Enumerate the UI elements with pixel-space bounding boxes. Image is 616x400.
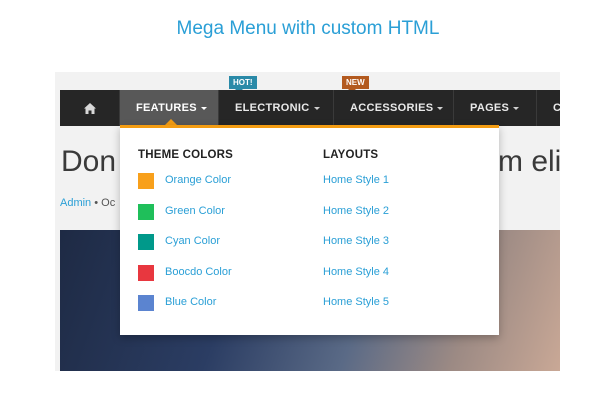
post-title-left: Don [61,145,117,178]
hot-badge: HOT! [229,76,257,93]
color-swatch [138,173,154,189]
main-navbar: FEATURES ELECTRONIC ACCESSORIES PAGES C [60,90,560,126]
layout-link-home-style-4[interactable]: Home Style 4 [323,266,389,278]
theme-colors-title: THEME COLORS [138,149,234,161]
nav-more[interactable]: C [537,90,560,126]
post-title-right: m elit [498,145,560,178]
color-swatch [138,265,154,281]
nav-electronic-label: ELECTRONIC [235,102,310,114]
color-swatch [138,295,154,311]
layout-link-home-style-3[interactable]: Home Style 3 [323,235,389,247]
nav-features-label: FEATURES [136,102,197,114]
theme-color-label: Green Color [165,205,225,217]
color-swatch [138,204,154,220]
chevron-down-icon [513,106,520,110]
chevron-down-icon [200,106,207,110]
post-author-link[interactable]: Admin [60,197,91,209]
post-meta-text: • Oc [91,197,116,209]
nav-pages[interactable]: PAGES [454,90,537,126]
post-meta: Admin • Oc [60,197,115,209]
theme-color-label: Blue Color [165,296,217,308]
nav-more-label: C [553,102,560,114]
layout-link-home-style-1[interactable]: Home Style 1 [323,174,389,186]
chevron-down-icon [313,106,320,110]
theme-color-label: Cyan Color [165,235,221,247]
theme-color-label: Orange Color [165,174,232,186]
nav-accessories[interactable]: ACCESSORIES [334,90,454,126]
layout-link-home-style-2[interactable]: Home Style 2 [323,205,389,217]
nav-pages-label: PAGES [470,102,510,114]
home-icon [83,102,96,114]
mega-menu-dropdown: THEME COLORS LAYOUTS Orange Color Green … [120,125,499,335]
nav-accessories-label: ACCESSORIES [350,102,434,114]
theme-color-label: Boocdo Color [165,266,232,278]
nav-electronic[interactable]: ELECTRONIC [219,90,334,126]
chevron-down-icon [437,106,444,110]
nav-home[interactable] [60,90,120,126]
layouts-title: LAYOUTS [323,149,379,161]
layout-link-home-style-5[interactable]: Home Style 5 [323,296,389,308]
page-heading: Mega Menu with custom HTML [176,18,440,39]
new-badge: NEW [342,76,369,93]
color-swatch [138,234,154,250]
